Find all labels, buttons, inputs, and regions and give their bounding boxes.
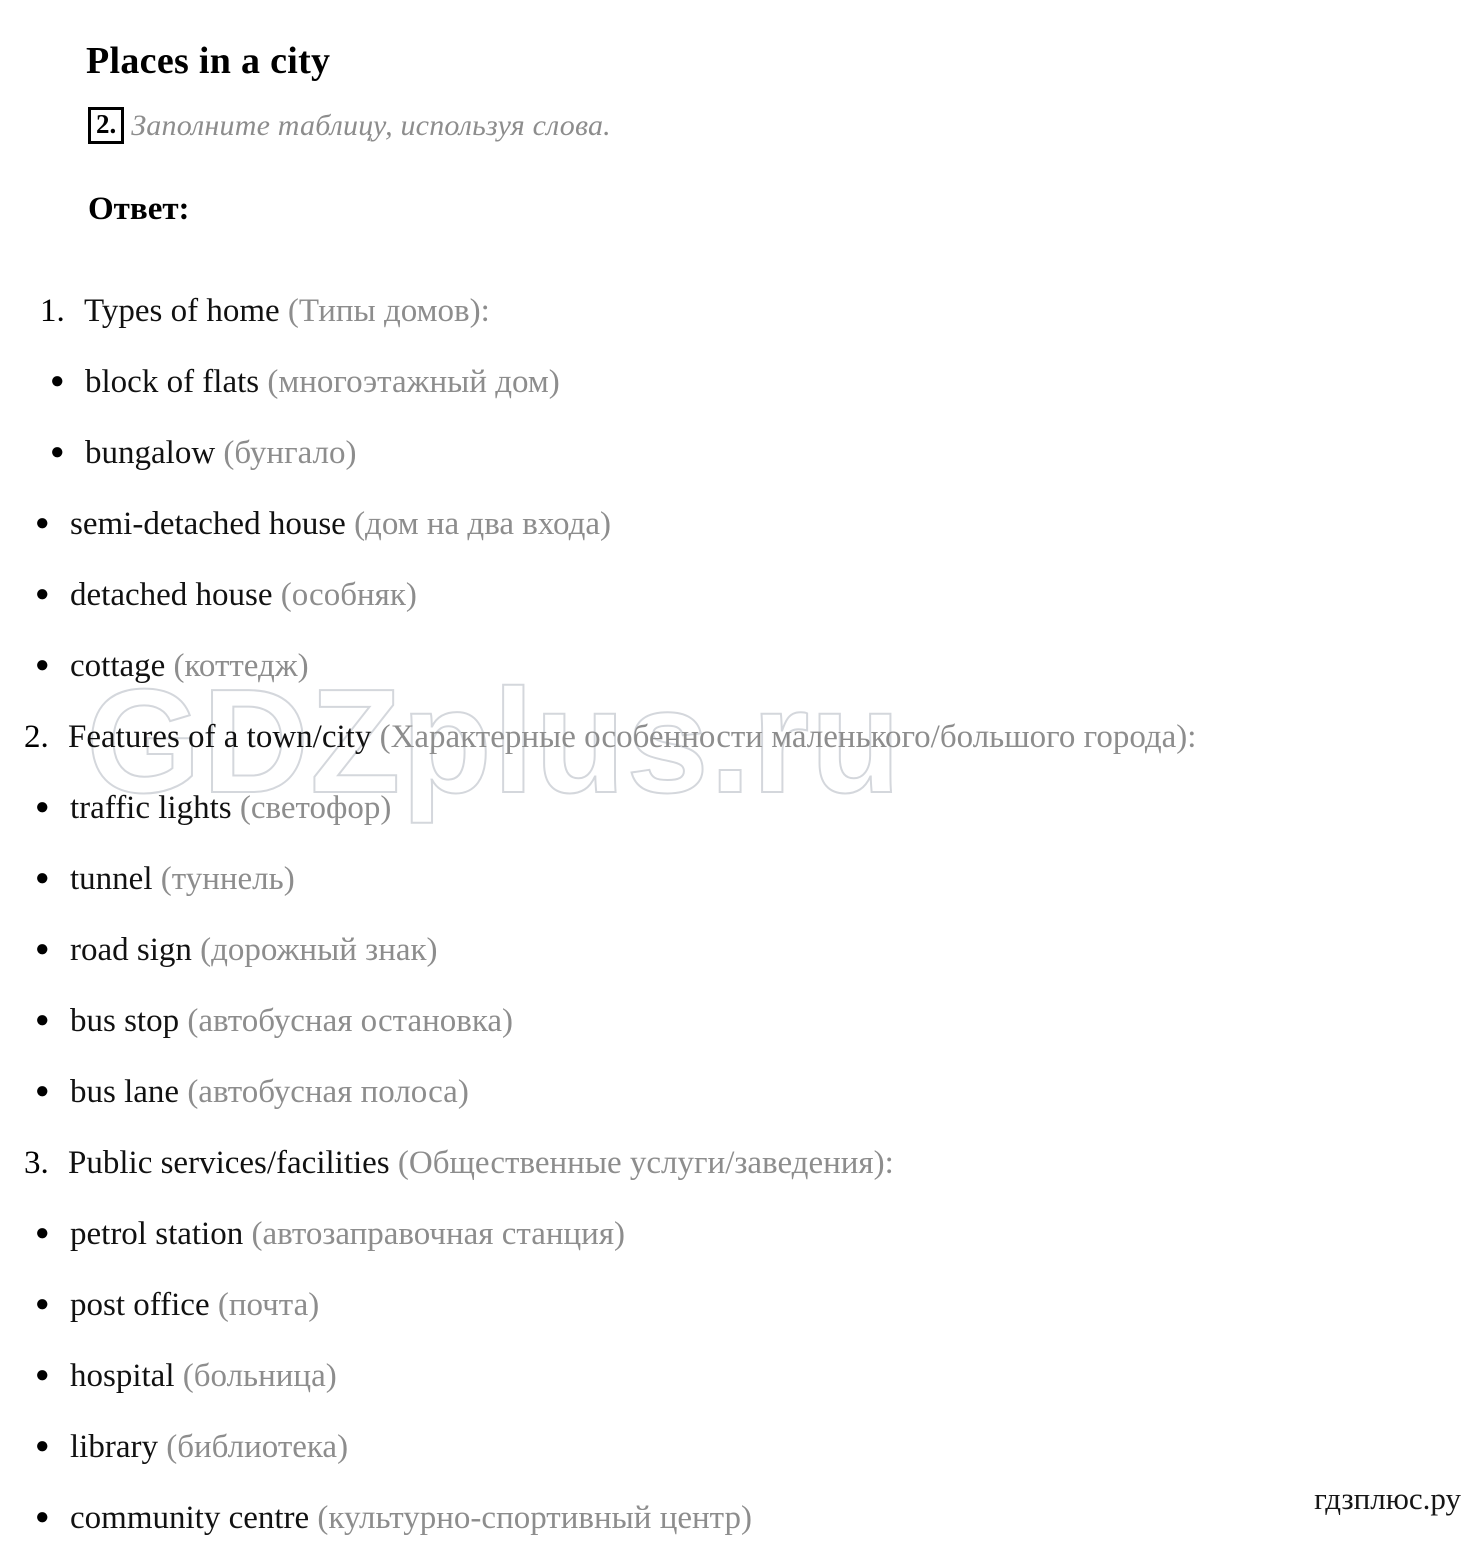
- list-item-en: tunnel: [70, 861, 153, 897]
- list-item: ● community centre (культурно-спортивный …: [0, 1483, 1477, 1554]
- list-item: ● semi-detached house (дом на два входа): [0, 489, 1477, 560]
- list-item-ru: (автобусная полоса): [187, 1074, 469, 1110]
- bullet-icon: ●: [35, 1432, 50, 1459]
- section-number: 2.: [24, 719, 49, 755]
- list-item-ru: (коттедж): [173, 648, 309, 684]
- list-item-ru: (бунгало): [223, 435, 357, 471]
- bullet-icon: ●: [35, 935, 50, 962]
- section-title-ru: (Типы домов):: [287, 293, 490, 329]
- bullet-icon: ●: [35, 1361, 50, 1388]
- list-item: ● post office (почта): [0, 1270, 1477, 1341]
- section-title-ru: (Общественные услуги/заведения):: [397, 1145, 894, 1181]
- list-item-ru: (почта): [217, 1287, 320, 1323]
- list-item-en: community centre: [70, 1500, 310, 1536]
- answer-list: 1. Types of home (Типы домов): ● block of f…: [0, 276, 1477, 1554]
- list-item-ru: (больница): [182, 1358, 337, 1394]
- list-item: ● bungalow (бунгало): [0, 418, 1477, 489]
- list-item-en: bus stop: [70, 1003, 180, 1039]
- list-item: ● tunnel (туннель): [0, 844, 1477, 915]
- list-item-en: post office: [70, 1287, 210, 1323]
- list-item-en: block of flats: [85, 364, 260, 400]
- bullet-icon: ●: [35, 509, 50, 536]
- bullet-icon: ●: [35, 793, 50, 820]
- list-item-ru: (туннель): [160, 861, 295, 897]
- list-item: ● bus stop (автобусная остановка): [0, 986, 1477, 1057]
- list-item-ru: (светофор): [239, 790, 392, 826]
- bullet-icon: ●: [50, 367, 65, 394]
- list-item: ● hospital (больница): [0, 1341, 1477, 1412]
- list-item: ● traffic lights (светофор): [0, 773, 1477, 844]
- bullet-icon: ●: [35, 1503, 50, 1530]
- list-item-en: hospital: [70, 1358, 175, 1394]
- list-item-en: bus lane: [70, 1074, 180, 1110]
- section-number: 1.: [40, 293, 65, 329]
- list-item-ru: (библиотека): [166, 1429, 349, 1465]
- list-item-en: cottage: [70, 648, 166, 684]
- list-item-ru: (многоэтажный дом): [267, 364, 560, 400]
- list-item: ● petrol station (автозаправочная станция…: [0, 1199, 1477, 1270]
- bullet-icon: ●: [35, 580, 50, 607]
- list-item-en: petrol station: [70, 1216, 244, 1252]
- bullet-icon: ●: [50, 438, 65, 465]
- list-item: ● library (библиотека): [0, 1412, 1477, 1483]
- list-item: ● block of flats (многоэтажный дом): [0, 347, 1477, 418]
- section-title-en: Types of home: [84, 293, 280, 329]
- list-item-en: detached house: [70, 577, 273, 613]
- section-heading-2: 2. Features of a town/city (Характерные о…: [0, 702, 1477, 773]
- task-instruction-text: Заполните таблицу, используя слова.: [131, 108, 611, 142]
- list-item-ru: (особняк): [280, 577, 417, 613]
- corner-watermark: гдзплюс.ру: [1314, 1481, 1461, 1516]
- list-item-en: road sign: [70, 932, 192, 968]
- page-title: Places in a city: [86, 40, 331, 83]
- section-title-en: Public services/facilities: [68, 1145, 390, 1181]
- bullet-icon: ●: [35, 651, 50, 678]
- section-title-en: Features of a town/city: [68, 719, 372, 755]
- document-page: GDZplus.ru Places in a city 2. Заполните…: [0, 0, 1477, 1536]
- section-heading-3: 3. Public services/facilities (Общественн…: [0, 1128, 1477, 1199]
- bullet-icon: ●: [35, 1219, 50, 1246]
- list-item-en: bungalow: [85, 435, 216, 471]
- list-item-en: semi-detached house: [70, 506, 346, 542]
- section-number: 3.: [24, 1145, 49, 1181]
- bullet-icon: ●: [35, 1077, 50, 1104]
- bullet-icon: ●: [35, 1290, 50, 1317]
- list-item-ru: (автобусная остановка): [187, 1003, 514, 1039]
- task-number-box: 2.: [88, 107, 125, 144]
- list-item: ● detached house (особняк): [0, 560, 1477, 631]
- list-item-ru: (автозаправочная станция): [251, 1216, 626, 1252]
- list-item: ● road sign (дорожный знак): [0, 915, 1477, 986]
- section-title-ru: (Характерные особенности маленького/боль…: [379, 719, 1197, 755]
- answer-label: Ответ:: [88, 191, 190, 227]
- list-item-ru: (культурно-спортивный центр): [317, 1500, 752, 1536]
- bullet-icon: ●: [35, 864, 50, 891]
- list-item-ru: (дорожный знак): [200, 932, 438, 968]
- list-item-en: traffic lights: [70, 790, 232, 826]
- list-item: ● cottage (коттедж): [0, 631, 1477, 702]
- list-item: ● bus lane (автобусная полоса): [0, 1057, 1477, 1128]
- task-instruction-line: 2. Заполните таблицу, используя слова.: [88, 107, 611, 144]
- section-heading-1: 1. Types of home (Типы домов):: [0, 276, 1477, 347]
- list-item-en: library: [70, 1429, 158, 1465]
- bullet-icon: ●: [35, 1006, 50, 1033]
- list-item-ru: (дом на два входа): [354, 506, 612, 542]
